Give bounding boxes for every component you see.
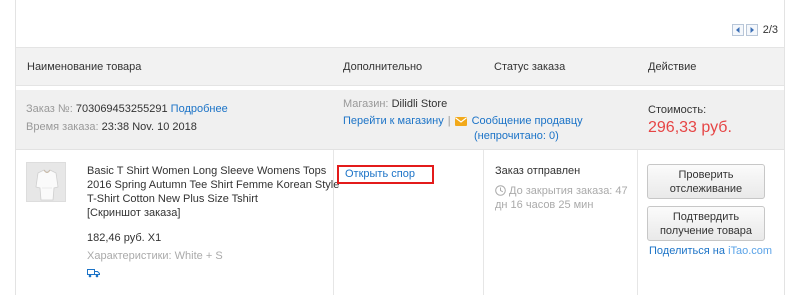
store-label: Магазин: bbox=[343, 98, 389, 110]
price-quantity: 182,46 руб. X1 bbox=[87, 232, 162, 244]
product-characteristics: Характеристики: White + S bbox=[87, 250, 223, 262]
open-dispute-link[interactable]: Открыть спор bbox=[337, 165, 434, 184]
share-link[interactable]: Поделиться на iTao.com bbox=[649, 245, 772, 257]
check-tracking-label-2: отслеживание bbox=[669, 183, 743, 195]
order-close-countdown: До закрытия заказа: 47 дн 16 часов 25 ми… bbox=[495, 184, 635, 212]
share-brand: iTao.com bbox=[728, 245, 773, 257]
table-header: Наименование товара Дополнительно Статус… bbox=[16, 47, 784, 86]
divider: | bbox=[447, 115, 451, 127]
next-page-button[interactable] bbox=[745, 24, 758, 36]
product-image bbox=[27, 163, 65, 201]
order-snapshot-link[interactable]: [Скриншот заказа] bbox=[87, 207, 180, 219]
header-status: Статус заказа bbox=[494, 61, 566, 73]
truck-icon[interactable] bbox=[87, 268, 100, 281]
product-title-link[interactable]: Basic T Shirt Women Long Sleeve Womens T… bbox=[87, 164, 351, 206]
order-details-link[interactable]: Подробнее bbox=[171, 103, 228, 115]
header-product: Наименование товара bbox=[27, 61, 142, 73]
unread-count[interactable]: (непрочитано: 0) bbox=[474, 128, 559, 144]
column-divider bbox=[637, 150, 638, 295]
column-divider bbox=[483, 150, 484, 295]
share-prefix: Поделиться на bbox=[649, 245, 725, 257]
order-time-label: Время заказа: bbox=[26, 121, 99, 133]
store-info: Магазин: Dilidli Store bbox=[343, 96, 447, 112]
order-number-label: Заказ №: bbox=[26, 103, 73, 115]
order-number: Заказ №: 703069453255291 Подробнее bbox=[26, 101, 228, 117]
mail-icon bbox=[454, 117, 467, 126]
prev-page-button[interactable] bbox=[731, 24, 744, 36]
clock-icon bbox=[495, 185, 506, 196]
page-indicator: 2/3 bbox=[762, 24, 778, 36]
countdown-text: До закрытия заказа: 47 дн 16 часов 25 ми… bbox=[495, 185, 628, 211]
header-extra: Дополнительно bbox=[343, 61, 423, 73]
confirm-receipt-label-2: получение товара bbox=[659, 225, 753, 237]
order-status: Заказ отправлен bbox=[495, 165, 581, 177]
check-tracking-label-1: Проверить bbox=[678, 169, 734, 181]
order-summary-row: Заказ №: 703069453255291 Подробнее Время… bbox=[16, 90, 784, 150]
product-thumbnail[interactable] bbox=[26, 162, 66, 202]
order-time: Время заказа: 23:38 Nov. 10 2018 bbox=[26, 119, 197, 135]
order-number-value: 703069453255291 bbox=[75, 103, 168, 115]
store-actions: Перейти к магазину | Сообщение продавцу bbox=[343, 113, 583, 129]
cost-label: Стоимость: bbox=[648, 104, 707, 116]
check-tracking-button[interactable]: Проверить отслеживание bbox=[647, 164, 765, 199]
chevron-left-icon bbox=[735, 27, 740, 33]
pagination: 2/3 bbox=[731, 24, 778, 36]
chevron-right-icon bbox=[750, 27, 754, 33]
confirm-receipt-button[interactable]: Подтвердить получение товара bbox=[647, 206, 765, 241]
go-to-store-link[interactable]: Перейти к магазину bbox=[343, 115, 444, 127]
order-cost: 296,33 руб. bbox=[648, 119, 732, 136]
confirm-receipt-label-1: Подтвердить bbox=[672, 211, 740, 223]
message-seller-link[interactable]: Сообщение продавцу bbox=[472, 115, 583, 127]
store-name: Dilidli Store bbox=[391, 98, 448, 110]
header-action: Действие bbox=[648, 61, 697, 73]
order-item-row: Basic T Shirt Women Long Sleeve Womens T… bbox=[16, 150, 784, 295]
order-time-value: 23:38 Nov. 10 2018 bbox=[101, 121, 197, 133]
